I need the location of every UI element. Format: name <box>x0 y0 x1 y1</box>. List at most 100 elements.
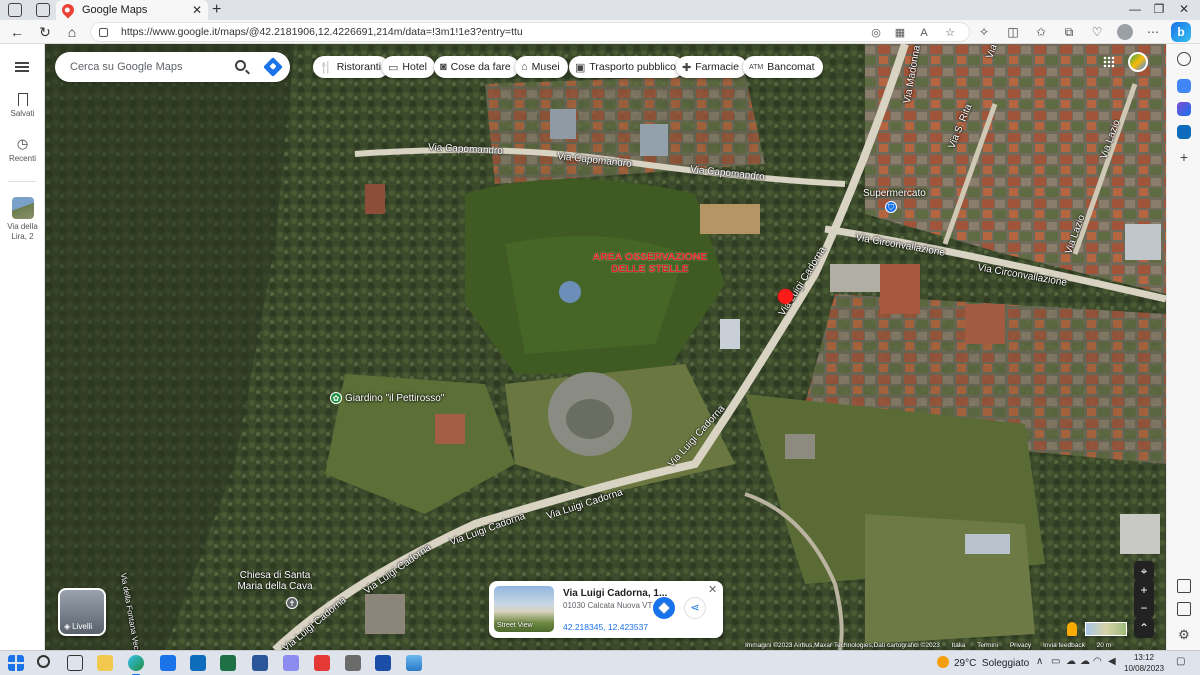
expand-controls-icon[interactable]: ⌃ <box>1134 618 1154 638</box>
system-clock[interactable]: 13:12 10/08/2023 <box>1124 652 1164 674</box>
edge-browser-icon[interactable] <box>128 655 144 675</box>
new-tab-button[interactable]: + <box>212 1 221 19</box>
pegman-icon[interactable] <box>1067 622 1077 636</box>
photos-icon[interactable] <box>406 655 422 671</box>
garden-pin-icon[interactable]: ✿ <box>330 392 342 404</box>
cloud-icon[interactable]: ☁ <box>1080 656 1090 667</box>
satellite-map[interactable]: Via Capomandro Via Capomandro Via Capoma… <box>45 44 1166 650</box>
google-apps-icon[interactable] <box>1103 56 1115 68</box>
location-icon[interactable]: ◎ <box>869 26 883 40</box>
chip-pharmacies[interactable]: ✚ Farmacie <box>676 56 747 78</box>
restore-icon[interactable]: ❐ <box>1152 2 1166 16</box>
account-avatar[interactable] <box>1128 52 1148 72</box>
extensions-icon[interactable]: ✧ <box>976 24 992 40</box>
sidebar-settings-icon[interactable]: ⚙ <box>1177 628 1191 642</box>
outlook-taskbar-icon[interactable] <box>190 655 206 671</box>
church-pin-icon[interactable]: ✝ <box>286 597 298 609</box>
saved-button[interactable]: Salvati <box>0 93 45 119</box>
notifications-icon[interactable]: ▢ <box>1176 656 1185 667</box>
refresh-icon[interactable]: ↻ <box>36 23 54 41</box>
close-window-icon[interactable]: ✕ <box>1177 2 1191 16</box>
app-icon[interactable] <box>283 655 299 671</box>
store-icon[interactable] <box>160 655 176 671</box>
app-available-icon[interactable]: ▦ <box>893 26 907 40</box>
home-icon[interactable]: ⌂ <box>63 23 81 41</box>
poi-label-chiesa[interactable]: Chiesa di Santa Maria della Cava <box>235 570 315 592</box>
tab-close-icon[interactable]: ✕ <box>192 3 202 17</box>
search-icon[interactable] <box>1177 52 1191 66</box>
place-coordinates[interactable]: 42.218345, 12.423537 <box>563 622 648 632</box>
favorites-icon[interactable]: ✩ <box>1033 24 1049 40</box>
terms-link[interactable]: Termini <box>977 642 998 649</box>
recent-place-item[interactable]: Via della Lira, 2 <box>0 197 45 242</box>
lock-icon[interactable] <box>99 28 108 37</box>
volume-icon[interactable]: ◀ <box>1108 656 1116 667</box>
minimize-icon[interactable]: — <box>1128 2 1142 16</box>
selected-location-marker[interactable] <box>778 289 793 304</box>
word-icon[interactable] <box>252 655 268 671</box>
app-red-icon[interactable] <box>314 655 330 671</box>
place-title[interactable]: Via Luigi Cadorna, 1... <box>563 588 667 599</box>
my-location-button[interactable]: ⌖ <box>1134 561 1154 581</box>
zoom-out-button[interactable]: − <box>1134 598 1154 618</box>
address-bar[interactable]: https://www.google.it/maps/@42.2181906,1… <box>90 22 970 42</box>
tray-chevron-icon[interactable]: ∧ <box>1036 656 1043 667</box>
excel-icon[interactable] <box>220 655 236 671</box>
browser-essentials-icon[interactable]: ♡ <box>1089 24 1105 40</box>
recent-button[interactable]: ◷ Recenti <box>0 137 45 164</box>
chip-hotels[interactable]: ▭ Hotel <box>382 56 435 78</box>
search-icon[interactable] <box>235 60 246 71</box>
network-icon[interactable]: ▭ <box>1051 656 1060 667</box>
poi-label-supermercato[interactable]: Supermercato <box>863 188 926 199</box>
poi-label-giardino[interactable]: Giardino "il Pettirosso" <box>345 393 444 404</box>
shopping-icon[interactable] <box>1177 79 1191 93</box>
split-screen-icon[interactable]: ◫ <box>1005 24 1021 40</box>
feedback-link[interactable]: Invia feedback <box>1043 642 1085 649</box>
place-info-card[interactable]: Street View Via Luigi Cadorna, 1... 0103… <box>489 581 723 638</box>
chip-public-transport[interactable]: ▣ Trasporto pubblico <box>569 56 684 78</box>
workspaces-icon[interactable] <box>8 3 22 17</box>
outlook-icon[interactable] <box>1177 125 1191 139</box>
privacy-link[interactable]: Privacy <box>1010 642 1031 649</box>
bing-copilot-icon[interactable]: b <box>1171 22 1191 42</box>
split-view-icon[interactable] <box>1177 602 1191 616</box>
chip-museums[interactable]: ⌂ Musei <box>515 56 568 78</box>
app-gray-icon[interactable] <box>345 655 361 671</box>
search-input[interactable]: Cerca su Google Maps <box>70 61 183 73</box>
taskbar-search-icon[interactable] <box>37 655 50 668</box>
imagery-switcher[interactable] <box>1085 622 1127 636</box>
windows-start-icon[interactable] <box>8 655 24 671</box>
copilot-icon[interactable] <box>1177 102 1191 116</box>
wifi-icon[interactable]: ◠ <box>1093 656 1102 667</box>
zoom-in-button[interactable]: + <box>1134 580 1154 600</box>
share-button[interactable]: ⋖ <box>684 597 706 619</box>
task-view-icon[interactable] <box>67 655 83 671</box>
menu-icon[interactable] <box>15 62 29 72</box>
tab-actions-icon[interactable] <box>36 3 50 17</box>
url-text[interactable]: https://www.google.it/maps/@42.2181906,1… <box>121 26 523 38</box>
street-view-thumbnail[interactable]: Street View <box>494 586 554 632</box>
favorite-star-icon[interactable]: ☆ <box>943 26 957 40</box>
search-box[interactable]: Cerca su Google Maps <box>55 52 290 82</box>
layers-button[interactable]: Livelli <box>58 588 106 636</box>
satellite-imagery[interactable] <box>45 44 1166 650</box>
directions-button[interactable] <box>653 597 675 619</box>
chip-things-to-do[interactable]: ◙ Cose da fare <box>434 56 519 78</box>
supermarket-pin-icon[interactable]: ⛉ <box>885 201 897 213</box>
directions-icon[interactable] <box>263 57 283 77</box>
app-blue-icon[interactable] <box>375 655 391 671</box>
onedrive-icon[interactable]: ☁ <box>1066 656 1076 667</box>
country-link[interactable]: Italia <box>952 642 966 649</box>
hide-sidebar-icon[interactable] <box>1177 579 1191 593</box>
back-icon[interactable]: ← <box>8 23 26 41</box>
chip-restaurants[interactable]: 🍴 Ristoranti <box>313 56 390 78</box>
profile-icon[interactable] <box>1117 24 1133 40</box>
read-aloud-icon[interactable]: A <box>917 26 931 40</box>
weather-widget[interactable]: 29°C Soleggiato <box>937 656 1029 669</box>
settings-more-icon[interactable]: ⋯ <box>1145 24 1161 40</box>
close-card-icon[interactable]: ✕ <box>708 583 717 596</box>
scale-label[interactable]: 20 m <box>1097 642 1111 649</box>
chip-atm[interactable]: ATM Bancomat <box>743 56 823 78</box>
file-explorer-icon[interactable] <box>97 655 113 671</box>
tab-google-maps[interactable]: Google Maps ✕ <box>56 0 208 20</box>
